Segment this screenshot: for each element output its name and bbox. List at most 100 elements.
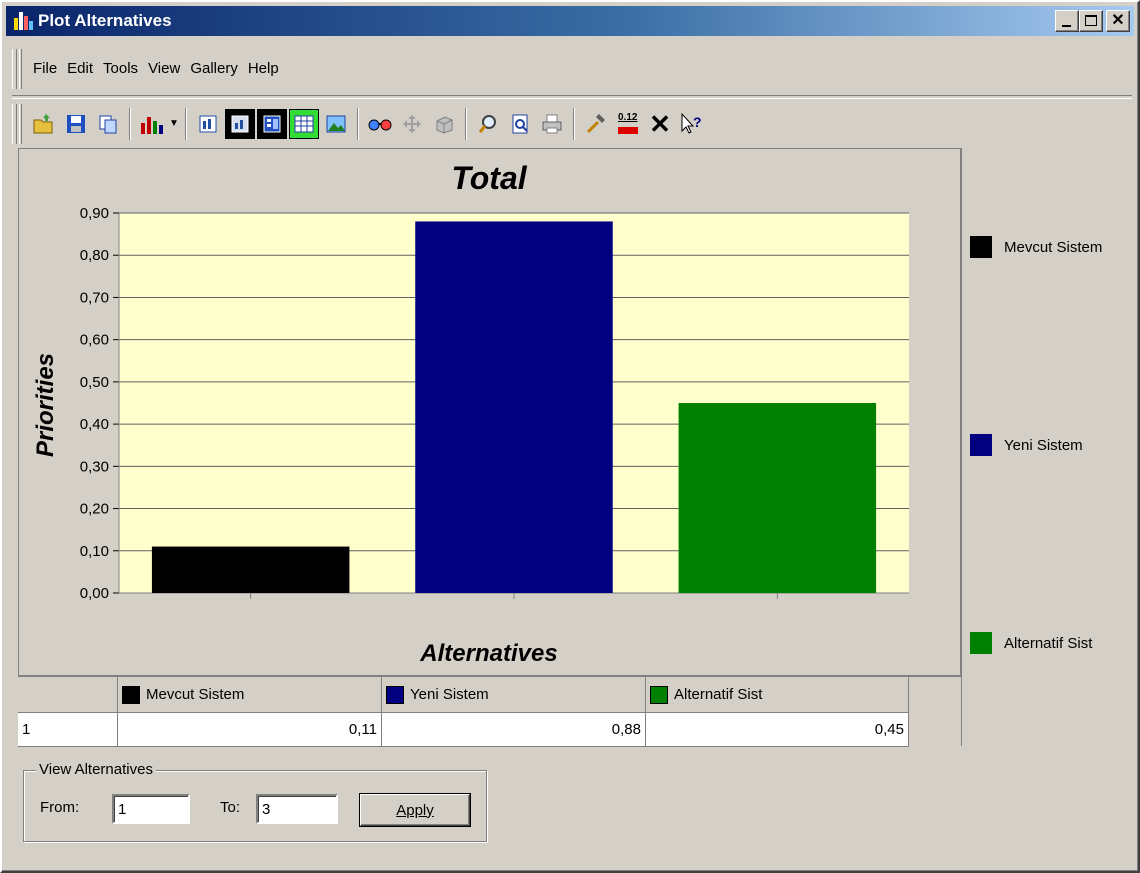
legend-item-yeni[interactable]: Yeni Sistem	[970, 434, 1083, 456]
toolbar: ▼ 0.12 ✕ ?	[12, 98, 1132, 148]
legend-panel-icon	[231, 115, 249, 132]
y-tick-label: 0,40	[80, 416, 109, 433]
menu-gallery[interactable]: Gallery	[185, 60, 243, 77]
legend-swatch	[970, 632, 992, 654]
layout-button-3[interactable]	[257, 108, 287, 139]
menu-edit[interactable]: Edit	[62, 60, 98, 77]
background-button[interactable]	[321, 109, 351, 139]
maximize-button[interactable]	[1079, 10, 1103, 32]
menu-file[interactable]: File	[28, 60, 62, 77]
save-disk-icon	[67, 114, 85, 133]
grid-cell-mevcut[interactable]: 0,11	[118, 713, 382, 747]
plot-alternatives-window: Plot Alternatives ✕ File Edit Tools View…	[0, 0, 1140, 873]
zoom-button[interactable]	[473, 109, 503, 139]
chart-app-icon	[12, 10, 34, 32]
chart-type-button[interactable]	[137, 109, 167, 139]
hammer-tool-icon	[586, 113, 605, 133]
bar	[151, 546, 350, 593]
y-tick-label: 0,50	[80, 374, 109, 391]
minimize-icon	[1062, 25, 1071, 27]
y-tick-label: 0,70	[80, 289, 109, 306]
to-label: To:	[220, 799, 241, 816]
open-button[interactable]	[29, 109, 59, 139]
help-pointer-icon: ?	[681, 112, 702, 134]
grid-corner-cell	[18, 677, 118, 713]
chart-type-dropdown[interactable]: ▼	[168, 118, 180, 129]
layout-button-1[interactable]	[193, 109, 223, 139]
series-swatch	[122, 685, 140, 704]
grid-cell-yeni[interactable]: 0,88	[382, 713, 646, 747]
y-tick-label: 0,00	[80, 585, 109, 602]
data-grid-icon	[294, 115, 314, 132]
grid-row-header[interactable]: 1	[18, 713, 118, 747]
image-background-icon	[326, 115, 346, 132]
grid-header-alternatif[interactable]: Alternatif Sist	[646, 677, 909, 713]
value-format-button[interactable]: 0.12	[613, 109, 643, 139]
to-field[interactable]	[256, 794, 338, 824]
y-tick-label: 0,80	[80, 247, 109, 264]
glasses-3d-icon	[368, 119, 392, 130]
data-grid: Mevcut Sistem Yeni Sistem Alternatif Sis…	[18, 676, 961, 747]
cube-perspective-icon	[436, 115, 453, 134]
from-field[interactable]	[112, 794, 190, 824]
series-legend-icon	[263, 115, 281, 132]
menu-tools[interactable]: Tools	[98, 60, 143, 77]
series-swatch	[650, 685, 668, 704]
printer-icon	[542, 114, 562, 133]
save-button[interactable]	[61, 109, 91, 139]
properties-button[interactable]	[581, 109, 611, 139]
legend-swatch	[970, 236, 992, 258]
data-grid-button[interactable]	[289, 108, 319, 139]
perspective-button[interactable]	[429, 109, 459, 139]
menu-bar: File Edit Tools View Gallery Help	[12, 42, 1132, 96]
print-preview-button[interactable]	[505, 109, 535, 139]
y-tick-label: 0,20	[80, 501, 109, 518]
legend-item-mevcut[interactable]: Mevcut Sistem	[970, 236, 1102, 258]
maximize-icon	[1085, 15, 1097, 26]
bar	[678, 403, 877, 593]
copy-icon	[99, 115, 117, 133]
rotate-arrows-icon	[403, 114, 421, 133]
y-tick-label: 0,30	[80, 458, 109, 475]
menu-grip[interactable]	[12, 48, 17, 89]
menu-view[interactable]: View	[143, 60, 185, 77]
grid-header-yeni[interactable]: Yeni Sistem	[382, 677, 646, 713]
bar-chart-icon	[141, 116, 163, 134]
y-axis-label: Priorities	[32, 353, 59, 457]
apply-button[interactable]: Apply	[360, 794, 470, 826]
legend-panel: Mevcut Sistem Yeni Sistem Alternatif Sis…	[961, 148, 1135, 746]
rotate-button[interactable]	[397, 109, 427, 139]
view-alternatives-group: View Alternatives From: To: Apply	[23, 761, 487, 842]
print-button[interactable]	[537, 109, 567, 139]
bar	[415, 221, 613, 593]
x-axis-label: Alternatives	[419, 640, 557, 667]
close-toolbar-button[interactable]: ✕	[645, 109, 675, 139]
context-help-button[interactable]: ?	[677, 109, 707, 139]
y-tick-label: 0,60	[80, 332, 109, 349]
from-label: From:	[40, 799, 80, 816]
menu-help[interactable]: Help	[243, 60, 284, 77]
toolbar-grip[interactable]	[12, 103, 17, 144]
legend-swatch	[970, 434, 992, 456]
value-format-icon: 0.12	[616, 112, 640, 136]
open-folder-icon	[33, 113, 53, 133]
magnifier-icon	[478, 114, 496, 133]
svg-text:?: ?	[693, 114, 702, 130]
window-title: Plot Alternatives	[38, 11, 172, 30]
y-tick-label: 0,10	[80, 543, 109, 560]
layout-button-2[interactable]	[225, 108, 255, 139]
3d-view-button[interactable]	[365, 109, 395, 139]
group-title: View Alternatives	[36, 761, 156, 778]
title-bar[interactable]: Plot Alternatives ✕	[6, 6, 1134, 36]
dropdown-arrow-icon: ▼	[169, 118, 179, 129]
minimize-button[interactable]	[1055, 10, 1079, 32]
grid-header-mevcut[interactable]: Mevcut Sistem	[118, 677, 382, 713]
x-close-icon: ✕	[649, 108, 671, 139]
layout-icon	[199, 115, 217, 132]
legend-item-alternatif[interactable]: Alternatif Sist	[970, 632, 1092, 654]
y-tick-label: 0,90	[80, 205, 109, 222]
grid-cell-alternatif[interactable]: 0,45	[646, 713, 909, 747]
close-button[interactable]: ✕	[1106, 10, 1130, 32]
copy-button[interactable]	[93, 109, 123, 139]
series-swatch	[386, 685, 404, 704]
